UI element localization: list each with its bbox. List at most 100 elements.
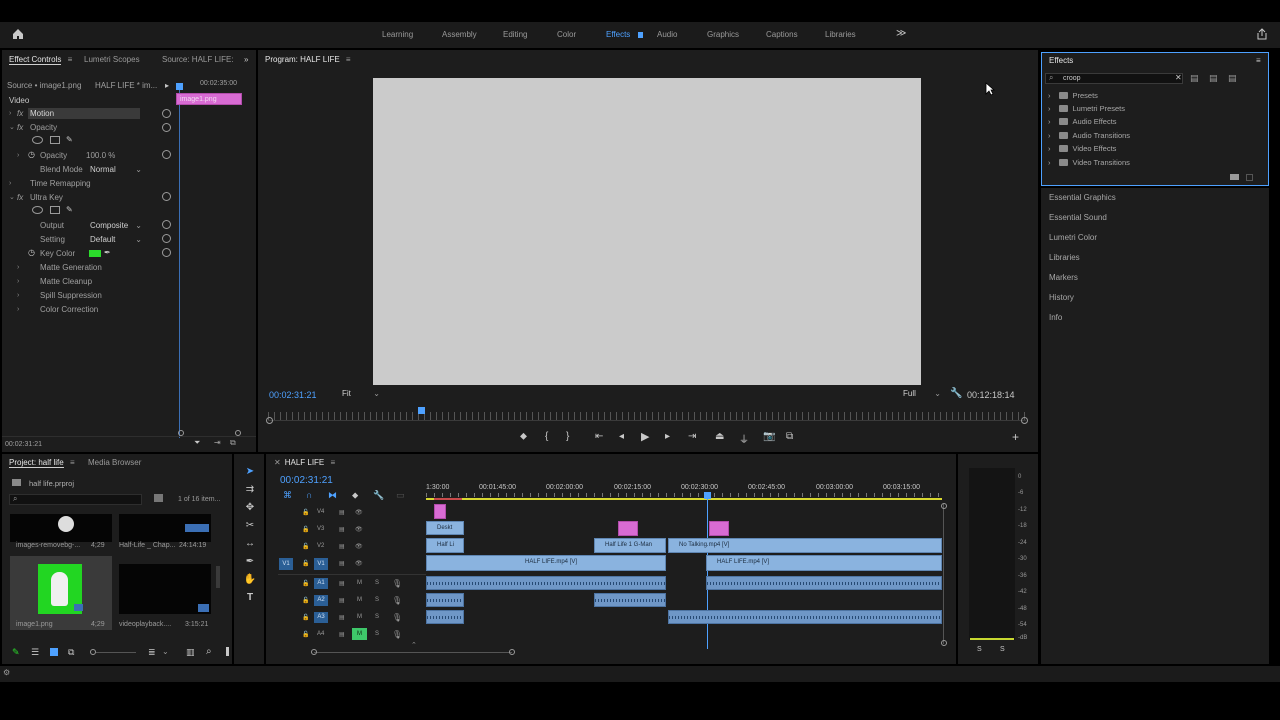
fit-select[interactable]: Fit ⌄ xyxy=(342,388,380,399)
zoom-out-icon[interactable]: ⌃ xyxy=(411,641,417,649)
timeline-horizontal-scroll[interactable] xyxy=(314,652,512,653)
vscroll-handle-bottom[interactable] xyxy=(941,640,947,646)
lock-icon[interactable]: 🔓 xyxy=(302,543,309,550)
track-label-a1[interactable]: A1 xyxy=(314,578,328,589)
lock-icon[interactable]: 🔓 xyxy=(302,509,309,516)
rectangle-mask-icon[interactable] xyxy=(50,136,60,144)
workspace-libraries[interactable]: Libraries xyxy=(825,30,856,39)
opacity-group-label[interactable]: Opacity xyxy=(30,123,57,133)
item-name-images-removebg[interactable]: images-removebg-... xyxy=(16,542,80,549)
motion-reset-icon[interactable] xyxy=(162,109,171,118)
ec-timecode[interactable]: 00:02:31:21 xyxy=(5,440,42,450)
tab-media-browser[interactable]: Media Browser xyxy=(88,454,141,472)
panel-essential-graphics[interactable]: Essential Graphics xyxy=(1049,193,1116,202)
track-label-a3[interactable]: A3 xyxy=(314,612,328,623)
hand-tool-icon[interactable]: ✋ xyxy=(243,574,257,588)
audio-clip-a3-b[interactable] xyxy=(668,610,942,624)
folder-audio-transitions[interactable]: › Audio Transitions xyxy=(1048,131,1130,140)
solo-right-button[interactable]: S xyxy=(1000,646,1005,653)
thumb-image1-selected[interactable] xyxy=(10,556,112,630)
new-bin-icon[interactable] xyxy=(154,494,163,502)
sync-lock-icon[interactable]: ▤ xyxy=(339,509,345,516)
motion-expand-icon[interactable]: › xyxy=(9,109,11,119)
eye-icon[interactable]: 👁 xyxy=(355,560,363,567)
workspace-learning[interactable]: Learning xyxy=(382,30,413,39)
blend-mode-select[interactable]: Normal ⌄ xyxy=(90,164,142,175)
type-tool-icon[interactable]: T xyxy=(243,592,257,606)
mute-a4-button[interactable]: M xyxy=(352,628,367,640)
play-clip-icon[interactable]: ▸ xyxy=(165,81,169,91)
matte-generation-expand-icon[interactable]: › xyxy=(17,263,19,273)
clip-v2-gman[interactable]: Half Life 1 G-Man xyxy=(594,538,666,553)
matte-cleanup-label[interactable]: Matte Cleanup xyxy=(40,277,92,287)
lock-icon[interactable]: 🔓 xyxy=(302,631,309,638)
setting-reset-icon[interactable] xyxy=(162,234,171,243)
lock-icon[interactable]: 🔓 xyxy=(302,560,309,567)
sort-icon[interactable]: ≣ xyxy=(148,647,156,658)
track-select-tool-icon[interactable]: ⇉ xyxy=(243,484,257,498)
sort-dropdown-icon[interactable]: ⌄ xyxy=(162,647,169,656)
add-marker-icon[interactable]: ⬥ xyxy=(352,490,358,501)
ultra-key-label[interactable]: Ultra Key xyxy=(30,193,63,203)
panel-history[interactable]: History xyxy=(1049,293,1074,302)
key-color-reset-icon[interactable] xyxy=(162,248,171,257)
program-scrollbar[interactable] xyxy=(268,420,1026,421)
folder-video-effects[interactable]: › Video Effects xyxy=(1048,144,1116,153)
export-icon[interactable]: ⇥ xyxy=(214,438,221,448)
eye-icon[interactable]: 👁 xyxy=(355,509,363,516)
track-label-a2[interactable]: A2 xyxy=(314,595,328,606)
quality-select[interactable]: Full ⌄ xyxy=(903,388,941,399)
clip-v3-desktop[interactable]: Deskt xyxy=(426,521,464,535)
program-timecode[interactable]: 00:02:31:21 xyxy=(269,390,317,400)
workspace-color[interactable]: Color xyxy=(557,30,576,39)
program-video-frame[interactable] xyxy=(373,78,921,385)
panel-lumetri-color[interactable]: Lumetri Color xyxy=(1049,233,1097,242)
go-to-out-icon[interactable]: ⇥ xyxy=(688,431,696,442)
mark-in-icon[interactable]: { xyxy=(545,431,548,442)
folder-lumetri-presets[interactable]: › Lumetri Presets xyxy=(1048,104,1125,113)
clip-v1-half-life-a[interactable]: HALF LIFE.mp4 [V] xyxy=(426,555,666,571)
folder-audio-effects[interactable]: › Audio Effects xyxy=(1048,117,1117,126)
solo-a3-button[interactable]: S xyxy=(375,614,379,620)
nest-toggle-icon[interactable]: ⌘ xyxy=(283,490,292,501)
time-remap-expand-icon[interactable]: › xyxy=(9,179,11,189)
tab-effect-controls[interactable]: Effect Controls ≡ xyxy=(9,51,72,69)
export-frame-icon[interactable]: 📷 xyxy=(763,431,775,442)
source-clip-label[interactable]: Source • image1.png xyxy=(7,81,81,91)
clear-search-icon[interactable]: ✕ xyxy=(1175,73,1182,82)
extract-icon[interactable]: ⏚ xyxy=(739,431,749,446)
program-title[interactable]: Program: HALF LIFE ≡ xyxy=(265,51,351,69)
panel-libraries[interactable]: Libraries xyxy=(1049,253,1080,262)
opacity-expand-icon[interactable]: ⌄ xyxy=(9,123,15,133)
program-playhead-icon[interactable] xyxy=(418,407,425,414)
clip-v2-no-talking[interactable]: No Talking.mp4 [V] xyxy=(668,538,942,553)
folder-video-transitions[interactable]: › Video Transitions xyxy=(1048,158,1130,167)
timeline-playhead-icon[interactable] xyxy=(704,492,711,499)
mute-a3-button[interactable]: M xyxy=(357,614,362,620)
export-frame-icon[interactable]: ⧉ xyxy=(230,438,236,448)
program-zoom-handle-left[interactable] xyxy=(266,417,273,424)
delete-icon[interactable] xyxy=(1246,174,1253,181)
step-forward-icon[interactable]: ▸ xyxy=(665,431,670,442)
workspace-audio[interactable]: Audio xyxy=(657,30,677,39)
track-label-v2[interactable]: V2 xyxy=(317,543,324,549)
more-workspaces-icon[interactable]: ≫ xyxy=(896,28,906,39)
program-zoom-handle-right[interactable] xyxy=(1021,417,1028,424)
audio-clip-a2-a[interactable] xyxy=(426,593,464,607)
ellipse-mask-icon[interactable] xyxy=(32,136,43,144)
audio-clip-a1-b[interactable] xyxy=(706,576,942,590)
ec-zoom-handle-right[interactable] xyxy=(235,430,241,436)
timeline-vertical-scroll[interactable] xyxy=(943,504,944,644)
workspace-graphics[interactable]: Graphics xyxy=(707,30,739,39)
solo-left-button[interactable]: S xyxy=(977,646,982,653)
lift-icon[interactable]: ⏏ xyxy=(715,431,724,442)
lock-icon[interactable]: 🔓 xyxy=(302,614,309,621)
rectangle-mask-icon[interactable] xyxy=(50,206,60,214)
find-icon[interactable]: ⌕ xyxy=(206,646,212,657)
step-back-icon[interactable]: ◂ xyxy=(619,431,624,442)
panel-markers[interactable]: Markers xyxy=(1049,273,1078,282)
panel-essential-sound[interactable]: Essential Sound xyxy=(1049,213,1107,222)
lock-icon[interactable]: 🔓 xyxy=(302,526,309,533)
item-name-half-life-chapter[interactable]: Half-Life _ Chap... xyxy=(119,542,175,549)
effects-title[interactable]: Effects xyxy=(1049,52,1073,70)
